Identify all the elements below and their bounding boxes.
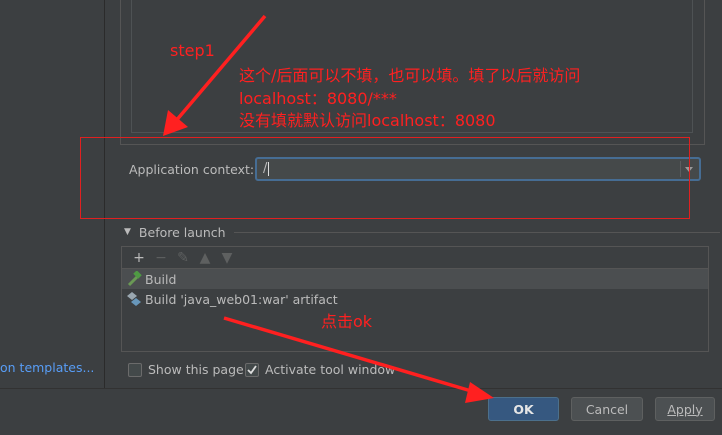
show-this-page-label: Show this page xyxy=(148,362,244,377)
activate-tool-window-checkbox[interactable] xyxy=(245,362,259,377)
before-launch-toolbar: + − ✎ ▲ ▼ xyxy=(121,246,709,268)
annotation-note-line3: 没有填就默认访问localhost：8080 xyxy=(239,111,496,130)
before-launch-title: Before launch xyxy=(138,224,226,240)
move-down-icon[interactable]: ▼ xyxy=(216,250,238,266)
checkmark-icon xyxy=(247,364,257,374)
annotation-note-line1: 这个/后面可以不填，也可以填。填了以后就访问 xyxy=(239,66,581,85)
annotation-step1: step1 xyxy=(170,41,215,60)
add-icon[interactable]: + xyxy=(128,250,150,266)
ok-button[interactable]: OK xyxy=(488,397,559,421)
apply-label: Apply xyxy=(667,401,703,417)
task-row-build[interactable]: Build xyxy=(122,269,708,289)
activate-tool-window-label: Activate tool window xyxy=(265,362,396,377)
before-launch-task-list: Build Build 'java_web01:war' artifact xyxy=(121,268,709,352)
edit-pencil-icon[interactable]: ✎ xyxy=(172,250,194,266)
remove-icon[interactable]: − xyxy=(150,250,172,266)
collapse-triangle-icon[interactable]: ▼ xyxy=(124,227,131,237)
annotation-note-line2: localhost：8080/*** xyxy=(239,89,397,108)
artifact-icon xyxy=(124,291,144,307)
task-row-build-artifact[interactable]: Build 'java_web01:war' artifact xyxy=(122,289,708,309)
cancel-button[interactable]: Cancel xyxy=(571,397,643,421)
move-up-icon[interactable]: ▲ xyxy=(194,250,216,266)
section-divider xyxy=(233,231,720,233)
before-launch-header[interactable]: ▼ Before launch xyxy=(124,224,720,240)
show-this-page-checkbox[interactable] xyxy=(128,362,142,377)
apply-button[interactable]: Apply xyxy=(655,397,715,421)
hammer-icon xyxy=(124,271,144,287)
annotation-highlight-box xyxy=(80,137,690,219)
task-label: Build 'java_web01:war' artifact xyxy=(145,291,338,307)
show-this-page-option[interactable]: Show this page xyxy=(128,362,244,377)
task-label: Build xyxy=(145,271,177,287)
annotation-click-ok: 点击ok xyxy=(321,312,373,331)
activate-tool-window-option[interactable]: Activate tool window xyxy=(245,362,395,377)
edit-configuration-templates-link[interactable]: on templates... xyxy=(0,360,94,375)
